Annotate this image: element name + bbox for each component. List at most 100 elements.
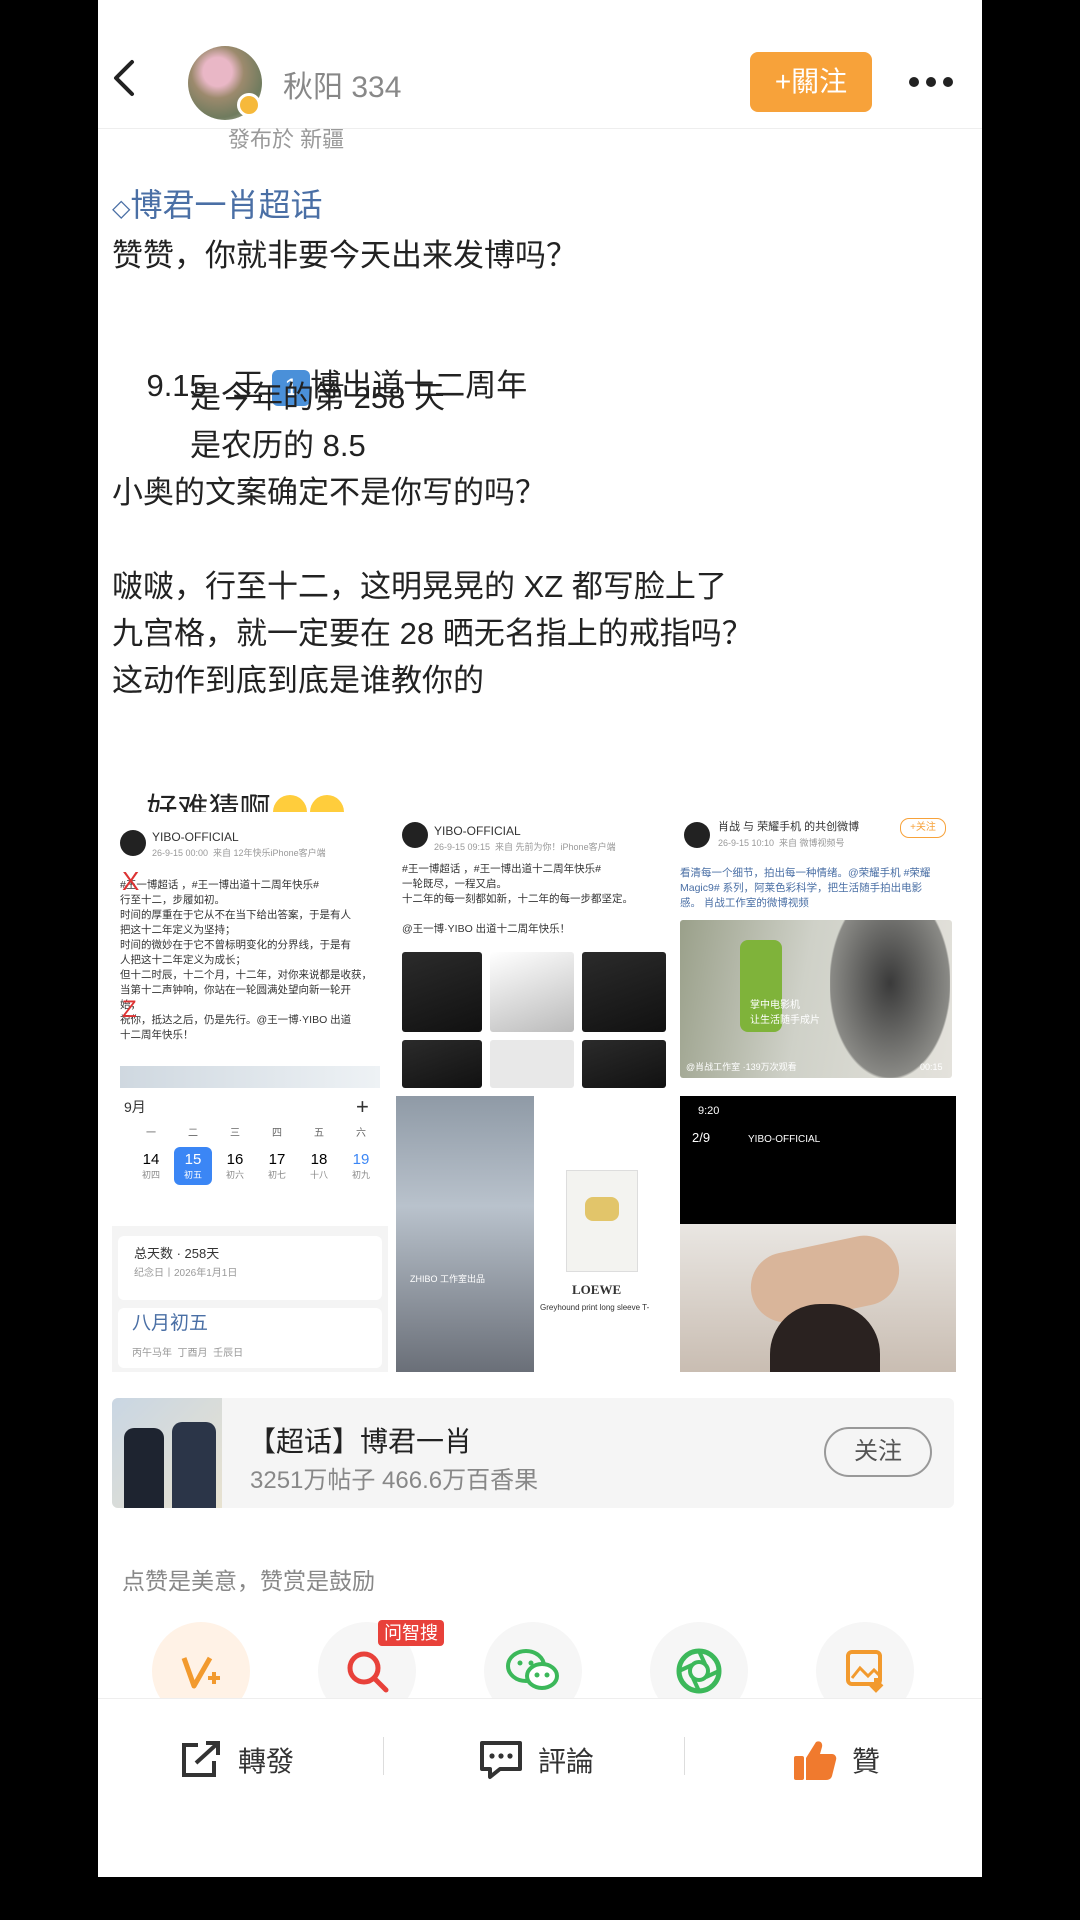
supertopic-link[interactable]: ◇博君一肖超话 xyxy=(112,180,322,226)
lunar-card: 八月初五 丙午马年 丁酉月 壬辰日 xyxy=(118,1308,382,1368)
date-cell: 18 十八 xyxy=(300,1147,338,1185)
save-image-icon xyxy=(846,1650,884,1693)
status-bar xyxy=(98,0,982,10)
post-location: 發布於 新疆 xyxy=(228,127,345,152)
weekday-label: 五 xyxy=(314,1128,324,1139)
person-photo xyxy=(830,920,950,1078)
video-views: @肖战工作室 ·139万次观看 xyxy=(686,1062,797,1072)
post-meta: 26-9-15 10:10 来自 微博视频号 xyxy=(718,838,845,848)
weekday-label: 一 xyxy=(146,1128,156,1139)
post-image-4[interactable]: 9月 + 一 14 初四 二 15 初五 三 16 初六 四 17 初七 五 18 十八 六 19 初九 总天数 … xyxy=(112,1096,388,1372)
lunar-label: 初五 xyxy=(183,1170,202,1180)
post-text-line: 是今年的第 258 天 xyxy=(190,380,445,415)
date-cell: 19 初九 xyxy=(342,1147,380,1185)
total-days-card: 总天数 · 258天 纪念日丨2026年1月1日 xyxy=(118,1236,382,1300)
date-number: 18 xyxy=(310,1151,328,1168)
post-meta: 26-9-15 00:00 来自 12年快乐iPhone客户端 xyxy=(152,848,326,858)
video-duration: 00:15 xyxy=(920,1062,943,1072)
dog-print xyxy=(585,1197,619,1221)
photo-tile xyxy=(582,1040,666,1088)
lunar-label: 十八 xyxy=(309,1170,328,1180)
calendar-day: 一 14 初四 xyxy=(132,1124,170,1185)
weekday-label: 六 xyxy=(356,1128,366,1139)
comment-icon xyxy=(480,1741,522,1779)
comment-button[interactable]: 評論 xyxy=(478,1737,594,1783)
post-image-1[interactable]: YIBO-OFFICIAL 26-9-15 00:00 来自 12年快乐iPho… xyxy=(112,812,388,1088)
person-left xyxy=(124,1428,164,1508)
calendar-day: 五 18 十八 xyxy=(300,1124,338,1185)
post-text-line: 九宫格，就一定要在 28 晒无名指上的戒指吗？ xyxy=(112,616,753,651)
supertopic-follow-button[interactable]: 关注 xyxy=(824,1427,932,1477)
video-caption: 掌中电影机 让生活随手成片 xyxy=(750,1000,820,1026)
person-right xyxy=(172,1422,216,1508)
post-text-line: 是农历的 8.5 xyxy=(190,428,366,463)
post-text-line: 这动作到底到底是谁教你的 xyxy=(112,663,484,698)
date-cell: 14 初四 xyxy=(132,1147,170,1185)
date-number: 14 xyxy=(142,1151,160,1168)
back-arrow-icon[interactable] xyxy=(104,56,144,100)
lunar-date: 八月初五 xyxy=(132,1313,209,1334)
post-image-2[interactable]: YIBO-OFFICIAL 26-9-15 09:15 来自 先前为你！iPho… xyxy=(396,812,672,1088)
photo-tile xyxy=(402,952,482,1032)
ask-badge: 问智搜 xyxy=(378,1620,444,1646)
supertopic-thumbnail xyxy=(112,1398,222,1508)
account-avatar xyxy=(402,822,428,848)
repost-button[interactable]: 轉發 xyxy=(178,1737,294,1783)
add-icon: + xyxy=(356,1096,369,1119)
status-time: 9:20 xyxy=(698,1105,720,1117)
account-name: YIBO-OFFICIAL xyxy=(748,1134,821,1145)
image-text: #王一博超话 ，#王一博出道十二周年快乐# 行至十二，步履如初。 时间的厚重在于… xyxy=(120,879,372,1041)
like-label: 贊 xyxy=(852,1746,881,1777)
brand-name: LOEWE xyxy=(572,1282,622,1297)
repost-label: 轉發 xyxy=(238,1746,295,1777)
calendar-day: 六 19 初九 xyxy=(342,1124,380,1185)
sky-strip xyxy=(120,1066,380,1088)
calendar-panel: 9月 + 一 14 初四 二 15 初五 三 16 初六 四 17 初七 五 18 十八 六 19 初九 xyxy=(112,1096,388,1226)
anniversary: 纪念日丨2026年1月1日 xyxy=(134,1268,238,1279)
post-header: 秋阳 334 +關注 xyxy=(98,28,982,129)
calendar-day: 三 16 初六 xyxy=(216,1124,254,1185)
username[interactable]: 秋阳 334 xyxy=(283,62,401,106)
thumbs-up-icon xyxy=(794,1741,837,1780)
photo-tile xyxy=(402,1040,482,1088)
reward-v-icon xyxy=(181,1656,220,1689)
date-number: 16 xyxy=(226,1151,244,1168)
sweater-product xyxy=(566,1170,638,1272)
date-number: 17 xyxy=(268,1151,286,1168)
post-image-5[interactable]: ZHIBO 工作室出品 LOEWE Greyhound print long s… xyxy=(396,1096,672,1372)
lunar-label: 初九 xyxy=(351,1170,370,1180)
photo-tile xyxy=(490,952,574,1032)
date-cell: 17 初七 xyxy=(258,1147,296,1185)
image-text: 看清每一个细节，拍出每一种情绪。@荣耀手机 #荣耀 Magic9# 系列，阿莱色… xyxy=(680,867,931,909)
verified-icon xyxy=(237,93,261,117)
weekday-label: 二 xyxy=(188,1128,198,1139)
post-image-3[interactable]: 肖战 与 荣耀手机 的共创微博 26-9-15 10:10 来自 微博视频号 +… xyxy=(680,812,956,1088)
post-text-line: 赞赞，你就非要今天出来发博吗？ xyxy=(112,238,577,273)
supertopic-stats: 3251万帖子 466.6万百香果 xyxy=(250,1467,539,1494)
divider xyxy=(684,1737,685,1775)
weekday-label: 三 xyxy=(230,1128,240,1139)
follow-button[interactable]: +關注 xyxy=(750,52,872,112)
diamond-icon: ◇ xyxy=(112,195,131,222)
supertopic-title: 【超话】博君一肖 xyxy=(248,1426,473,1457)
ganzhi: 丙午马年 丁酉月 壬辰日 xyxy=(132,1348,244,1359)
more-options-icon[interactable] xyxy=(908,76,954,88)
repost-icon xyxy=(182,1741,220,1777)
post-image-6[interactable]: 9:20 2/9 YIBO-OFFICIAL xyxy=(680,1096,956,1372)
supertopic-card[interactable]: 【超话】博君一肖 3251万帖子 466.6万百香果 关注 xyxy=(112,1398,954,1508)
portrait-photo: ZHIBO 工作室出品 xyxy=(396,1096,534,1372)
post-text-line: 小奥的文案确定不是你写的吗？ xyxy=(112,475,546,510)
phone-screen: 秋阳 334 +關注 發布於 新疆 ◇博君一肖超话 赞赞，你就非要今天出来发博吗… xyxy=(98,0,982,1877)
post-meta: 26-9-15 09:15 来自 先前为你！iPhone客户端 xyxy=(434,842,616,852)
image-text: #王一博超话 ，#王一博出道十二周年快乐# 一轮既尽，一程又启。 十二年的每一刻… xyxy=(402,863,633,935)
calendar-day: 二 15 初五 xyxy=(174,1124,212,1185)
mini-follow-button: +关注 xyxy=(900,818,946,838)
like-button[interactable]: 贊 xyxy=(792,1737,880,1783)
post-text-line: 啵啵，行至十二，这明晃晃的 XZ 都写脸上了 xyxy=(112,569,727,604)
lunar-label: 初七 xyxy=(267,1170,286,1180)
weekday-label: 四 xyxy=(272,1128,282,1139)
video-thumbnail: 掌中电影机 让生活随手成片 @肖战工作室 ·139万次观看 00:15 xyxy=(680,920,952,1078)
date-number: 19 xyxy=(352,1151,370,1168)
account-avatar xyxy=(120,830,146,856)
account-avatar xyxy=(684,822,710,848)
